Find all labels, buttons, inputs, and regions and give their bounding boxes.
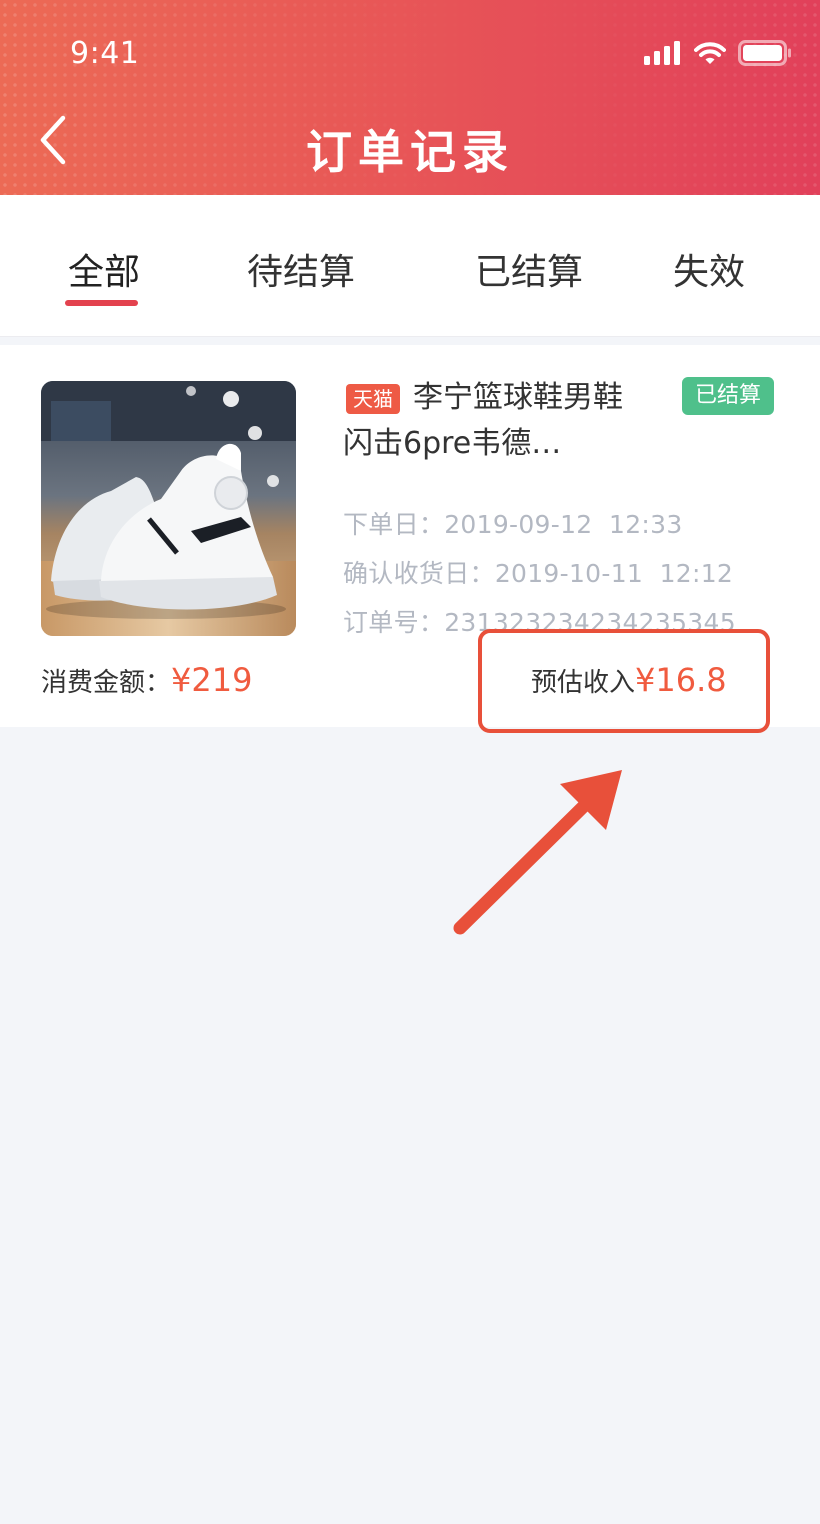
wifi-icon [694, 42, 726, 64]
order-number-row: 订单号：231323234234235345 [343, 603, 736, 639]
spend-amount: 消费金额：¥219 [41, 661, 252, 699]
product-title[interactable]: 李宁篮球鞋男鞋闪击6pre韦德… [343, 375, 643, 467]
header-bar: 9:41 订单记录 [0, 0, 820, 195]
tab-pending[interactable]: 待结算 [247, 243, 355, 295]
receipt-date-value: 2019-10-11 12:12 [494, 559, 734, 588]
annotation-arrow-icon [453, 770, 622, 935]
status-badge: 已结算 [682, 377, 774, 415]
spend-value: ¥219 [171, 661, 253, 699]
income-label: 预估收入 [531, 668, 636, 698]
active-tab-indicator [65, 300, 138, 306]
order-card[interactable]: 天猫 李宁篮球鞋男鞋闪击6pre韦德… 已结算 下单日：2019-09-12 1… [0, 345, 820, 727]
tab-all[interactable]: 全部 [68, 243, 140, 295]
income-value: ¥16.8 [635, 661, 727, 699]
order-number-value: 231323234234235345 [444, 608, 736, 637]
signal-icon [644, 41, 680, 65]
spend-label: 消费金额： [41, 668, 172, 698]
order-date-label: 下单日： [343, 510, 445, 539]
page-title: 订单记录 [306, 125, 514, 179]
tab-invalid[interactable]: 失效 [673, 243, 745, 295]
status-icons [644, 36, 792, 70]
order-number-label: 订单号： [343, 608, 445, 637]
receipt-date-label: 确认收货日： [343, 559, 495, 588]
status-time: 9:41 [70, 36, 140, 71]
receipt-date-row: 确认收货日：2019-10-11 12:12 [343, 554, 733, 590]
sneaker-image [41, 381, 296, 636]
order-records-page: 9:41 订单记录 全部 待结算 已结算 失效 天猫 李宁篮球鞋男鞋闪击6pre… [0, 0, 820, 1524]
order-date-row: 下单日：2019-09-12 12:33 [343, 505, 683, 541]
tab-bar: 全部 待结算 已结算 失效 [0, 195, 820, 337]
product-image[interactable] [41, 381, 296, 636]
estimated-income: 预估收入¥16.8 [531, 661, 727, 699]
order-date-value: 2019-09-12 12:33 [444, 510, 683, 539]
battery-icon [738, 40, 791, 66]
tab-settled[interactable]: 已结算 [475, 243, 583, 295]
